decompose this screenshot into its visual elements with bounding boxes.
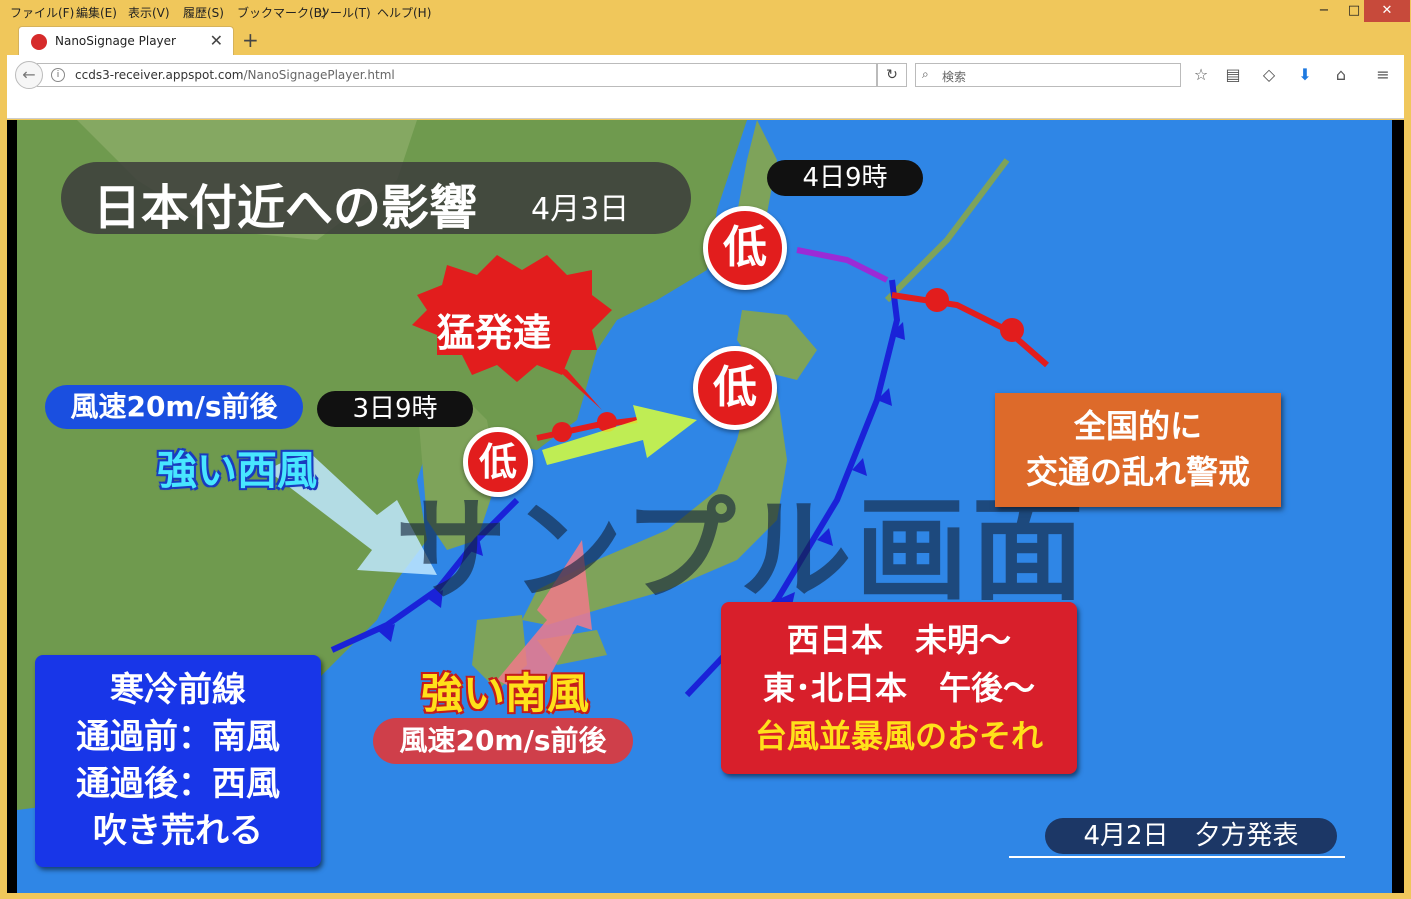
- url-text[interactable]: ccds3-receiver.appspot.com/NanoSignagePl…: [75, 68, 395, 82]
- url-host: ccds3-receiver.appspot.com: [75, 68, 244, 82]
- storm-warning-box: 西日本 未明～ 東･北日本 午後～ 台風並暴風のおそれ: [721, 602, 1077, 774]
- low-pressure-north: 低: [703, 206, 787, 290]
- sample-watermark: サンプル画面: [395, 486, 1088, 616]
- close-window-button[interactable]: ✕: [1364, 0, 1410, 22]
- browser-tab[interactable]: NanoSignage Player ✕: [18, 26, 234, 56]
- cold-front-line: 通過後：西風: [76, 764, 280, 804]
- search-input[interactable]: ⌕ 検索: [915, 63, 1181, 87]
- occluded-front: [796, 247, 889, 283]
- cold-front-box: 寒冷前線 通過前：南風 通過後：西風 吹き荒れる: [35, 655, 321, 867]
- storm-warning-highlight: 台風並暴風のおそれ: [754, 717, 1043, 755]
- reload-icon[interactable]: ↻: [877, 63, 907, 87]
- time-label-4th: 4日9時: [767, 160, 923, 196]
- menu-edit[interactable]: 編集(E): [76, 4, 117, 21]
- url-bar[interactable]: i ccds3-receiver.appspot.com/NanoSignage…: [37, 63, 877, 87]
- west-wind-label: 強い西風: [157, 448, 317, 494]
- traffic-warning-line: 全国的に: [1073, 407, 1202, 445]
- traffic-warning-box: 全国的に 交通の乱れ警戒: [995, 393, 1281, 507]
- map-date: 4月3日: [531, 192, 630, 227]
- warm-front-bump: [925, 288, 949, 312]
- south-wind-label: 強い南風: [421, 669, 590, 718]
- issued-underline: [1009, 856, 1345, 858]
- menu-bar: ファイル(F) 編集(E) 表示(V) 履歴(S) ブックマーク(B) ツール(…: [0, 0, 1411, 24]
- menu-history[interactable]: 履歴(S): [183, 4, 224, 21]
- menu-bookmarks[interactable]: ブックマーク(B): [237, 4, 327, 21]
- warm-front-bump: [1000, 318, 1024, 342]
- url-path: /NanoSignagePlayer.html: [243, 68, 395, 82]
- menu-tools[interactable]: ツール(T): [318, 4, 371, 21]
- menu-file[interactable]: ファイル(F): [10, 4, 74, 21]
- home-icon[interactable]: ⌂: [1331, 65, 1351, 84]
- page-content: 日本付近への影響 4月3日 4日9時 3日9時 低 低 低 猛発達 風速20m/…: [7, 120, 1404, 893]
- cold-front-line: 吹き荒れる: [93, 811, 263, 851]
- traffic-warning-line: 交通の乱れ警戒: [1025, 453, 1250, 491]
- map-title: 日本付近への影響: [93, 180, 478, 236]
- reading-list-icon[interactable]: ▤: [1223, 65, 1243, 84]
- browser-window: ファイル(F) 編集(E) 表示(V) 履歴(S) ブックマーク(B) ツール(…: [0, 0, 1411, 899]
- star-icon[interactable]: ☆: [1191, 65, 1211, 84]
- info-icon[interactable]: i: [51, 68, 65, 82]
- tab-title: NanoSignage Player: [55, 34, 176, 48]
- warm-front-bump: [552, 422, 572, 442]
- search-icon: ⌕: [922, 67, 929, 81]
- west-wind-speed: 風速20m/s前後: [45, 385, 303, 429]
- rapid-development-label: 猛発達: [437, 311, 552, 355]
- new-tab-button[interactable]: +: [242, 28, 259, 52]
- cold-front-line: 通過前：南風: [76, 717, 280, 757]
- storm-warning-line: 東･北日本 午後～: [762, 669, 1035, 707]
- low-pressure-center: 低: [693, 346, 777, 430]
- back-icon[interactable]: ←: [15, 61, 43, 89]
- tab-close-icon[interactable]: ✕: [210, 31, 223, 50]
- menu-help[interactable]: ヘルプ(H): [377, 4, 431, 21]
- time-label-3rd: 3日9時: [317, 391, 473, 427]
- south-wind-speed: 風速20m/s前後: [373, 718, 633, 764]
- navigation-toolbar: i ccds3-receiver.appspot.com/NanoSignage…: [7, 55, 1404, 119]
- search-placeholder: 検索: [942, 70, 967, 84]
- pocket-icon[interactable]: ◇: [1259, 65, 1279, 84]
- issued-label: 4月2日 夕方発表: [1045, 818, 1337, 854]
- favicon-icon: [31, 34, 47, 50]
- download-icon[interactable]: ⬇: [1295, 65, 1315, 84]
- map-title-banner: 日本付近への影響 4月3日: [61, 162, 691, 236]
- minimize-button[interactable]: −: [1310, 0, 1338, 22]
- menu-icon[interactable]: ≡: [1373, 65, 1393, 84]
- storm-warning-line: 西日本 未明～: [786, 621, 1011, 659]
- cold-front-line: 寒冷前線: [110, 670, 246, 710]
- menu-view[interactable]: 表示(V): [128, 4, 170, 21]
- weather-map: 日本付近への影響 4月3日 4日9時 3日9時 低 低 低 猛発達 風速20m/…: [17, 120, 1392, 893]
